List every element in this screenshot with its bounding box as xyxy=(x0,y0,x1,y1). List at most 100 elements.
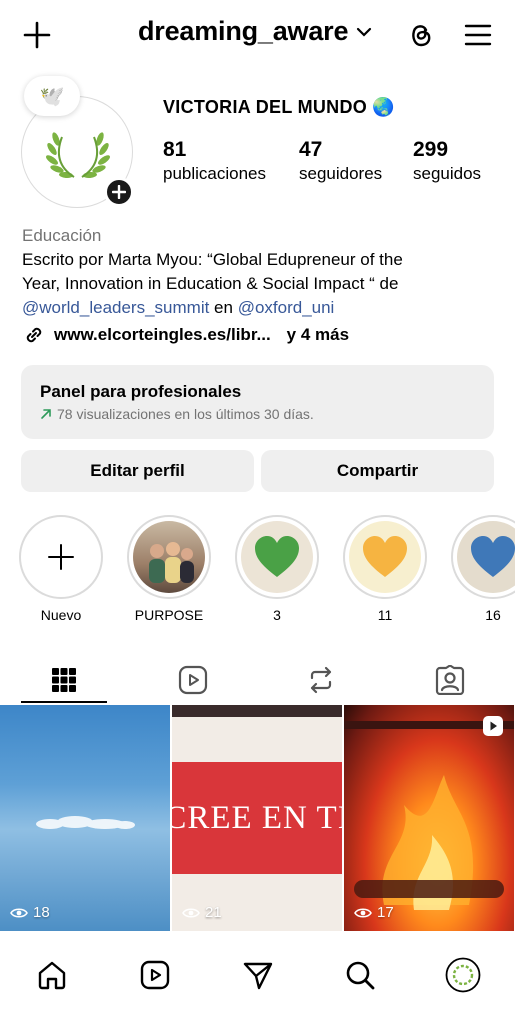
heart-thumbnail xyxy=(241,521,313,593)
create-plus-button[interactable] xyxy=(20,18,54,52)
link-url[interactable]: www.elcorteingles.es/libr... xyxy=(54,325,271,345)
link-more[interactable]: y 4 más xyxy=(287,325,349,345)
post-views: 18 xyxy=(10,904,50,921)
stat-following[interactable]: 299 seguido​s xyxy=(413,138,481,184)
bio-line: Escrito por Marta Myou: “Global Eduprene… xyxy=(22,250,403,269)
profile-category: Educación xyxy=(22,226,102,245)
tab-tagged[interactable] xyxy=(407,655,493,705)
active-tab-indicator xyxy=(21,701,107,703)
group-photo-thumbnail xyxy=(133,521,205,593)
red-banner: CREE EN TI xyxy=(172,762,342,874)
profile-full-name: VICTORIA DEL MUNDO 🌏 xyxy=(163,97,396,117)
people-photo-icon xyxy=(149,542,194,583)
highlight-new[interactable]: Nuevo xyxy=(18,515,104,623)
highlight-11[interactable]: 11 xyxy=(342,515,428,623)
highlight-circle xyxy=(235,515,319,599)
professional-dashboard[interactable]: Panel para profesionales 78 visualizacio… xyxy=(21,365,494,439)
eye-icon xyxy=(182,907,200,918)
mention-link[interactable]: @oxford_uni xyxy=(238,298,335,317)
nav-profile[interactable] xyxy=(443,955,483,995)
highlight-circle xyxy=(451,515,515,599)
post-views-count: 17 xyxy=(377,904,394,921)
menu-button[interactable] xyxy=(461,18,495,52)
reels-icon xyxy=(140,960,170,990)
bio-line: Year, Innovation in Education & Social I… xyxy=(22,274,399,293)
chevron-down-icon xyxy=(357,27,372,37)
note-bubble[interactable]: 🕊️ xyxy=(24,76,80,116)
plus-icon xyxy=(112,185,126,199)
stat-label: seguidores xyxy=(299,164,383,183)
top-band xyxy=(172,705,342,717)
stat-followers[interactable]: 47 seguidores xyxy=(299,138,382,184)
post-views-count: 21 xyxy=(205,904,222,921)
pro-panel-subtitle: 78 visualizaciones en los últimos 30 día… xyxy=(57,406,314,422)
tab-reels[interactable] xyxy=(150,655,236,705)
post-views-count: 18 xyxy=(33,904,50,921)
fireplace-flames-icon xyxy=(344,721,514,910)
highlight-label: 16 xyxy=(485,607,501,623)
nav-search[interactable] xyxy=(340,955,380,995)
tagged-person-icon xyxy=(435,665,465,695)
link-icon xyxy=(26,327,42,343)
menu-icon xyxy=(464,24,492,46)
home-icon xyxy=(38,961,66,990)
profile-links[interactable]: www.elcorteingles.es/libr... y 4 más xyxy=(22,323,349,347)
dove-icon: 🕊️ xyxy=(39,85,65,108)
highlight-label: Nuevo xyxy=(40,607,82,623)
profile-bio: Escrito por Marta Myou: “Global Eduprene… xyxy=(22,248,492,320)
highlight-label: 11 xyxy=(377,607,393,623)
highlight-circle xyxy=(343,515,427,599)
tab-posts-grid[interactable] xyxy=(21,655,107,705)
plus-icon xyxy=(48,544,74,570)
search-icon xyxy=(346,961,375,990)
stat-value: 81 xyxy=(163,138,187,161)
edit-profile-button[interactable]: Editar perfil xyxy=(21,450,254,492)
highlight-16[interactable]: 16 xyxy=(450,515,515,623)
add-story-button[interactable] xyxy=(104,177,134,207)
highlight-label: PURPOSE xyxy=(134,607,204,623)
reel-badge-icon xyxy=(483,716,503,736)
nav-messages[interactable] xyxy=(238,955,278,995)
blue-heart-icon xyxy=(471,536,515,577)
post-thumbnail-cree-en-ti[interactable]: CREE EN TI 21 xyxy=(172,705,342,931)
threads-button[interactable] xyxy=(403,17,437,51)
stat-label: seguido​s xyxy=(413,164,482,183)
nav-reels[interactable] xyxy=(135,955,175,995)
username-switcher[interactable]: dreaming_aware xyxy=(138,16,372,47)
post-views: 21 xyxy=(182,904,222,921)
highlight-circle xyxy=(19,515,103,599)
nav-home[interactable] xyxy=(32,955,72,995)
plus-icon xyxy=(23,21,51,49)
yellow-heart-icon xyxy=(363,536,407,577)
share-profile-button[interactable]: Compartir xyxy=(261,450,494,492)
stat-value: 299 xyxy=(413,138,449,161)
highlight-label: 3 xyxy=(273,607,281,623)
stat-label: publicaciones xyxy=(163,164,267,183)
post-views: 17 xyxy=(354,904,394,921)
heart-thumbnail xyxy=(457,521,515,593)
highlight-purpose[interactable]: PURPOSE xyxy=(126,515,212,623)
send-paper-plane-icon xyxy=(243,962,273,990)
cloud-icon xyxy=(36,816,135,829)
post-thumbnail-fire[interactable]: 17 xyxy=(344,705,514,931)
post-thumbnail-sky[interactable]: 18 xyxy=(0,705,170,931)
pro-panel-title: Panel para profesionales xyxy=(40,382,242,401)
stat-posts[interactable]: 81 publicaciones xyxy=(163,138,266,184)
threads-icon xyxy=(412,25,431,47)
bio-connector: en xyxy=(209,298,238,317)
post-text: CREE EN TI xyxy=(172,799,342,836)
trend-up-arrow-icon xyxy=(41,409,51,419)
mention-link[interactable]: @world_leaders_summit xyxy=(22,298,209,317)
eye-icon xyxy=(354,907,372,918)
highlight-circle xyxy=(127,515,211,599)
stat-value: 47 xyxy=(299,138,323,161)
eye-icon xyxy=(10,907,28,918)
pro-panel-subtitle-row: 78 visualizaciones en los últimos 30 día… xyxy=(40,406,475,422)
repost-icon xyxy=(310,666,332,694)
heart-thumbnail xyxy=(349,521,421,593)
highlight-3[interactable]: 3 xyxy=(234,515,320,623)
green-heart-icon xyxy=(255,536,299,577)
tab-reposts[interactable] xyxy=(278,655,364,705)
grid-icon xyxy=(52,668,76,692)
reels-icon xyxy=(178,665,208,695)
